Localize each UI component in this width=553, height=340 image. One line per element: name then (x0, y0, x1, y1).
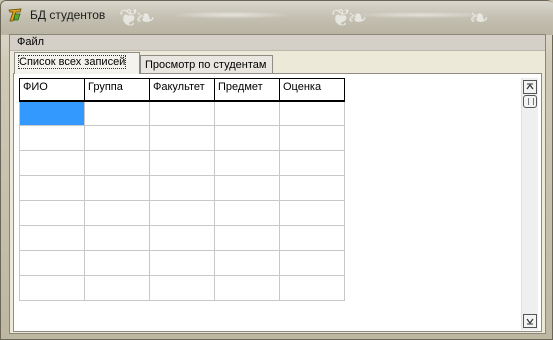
window-title: БД студентов (30, 8, 106, 22)
table-cell[interactable] (19, 200, 85, 226)
table-row[interactable] (19, 250, 345, 276)
table-cell[interactable] (84, 200, 150, 226)
table-row[interactable] (19, 150, 345, 176)
tab-all-records-label: Список всех записей (17, 55, 127, 69)
table-cell[interactable] (19, 150, 85, 176)
table-cell[interactable] (84, 250, 150, 276)
table-cell[interactable] (279, 250, 345, 276)
tab-strip: Список всех записей Просмотр по студента… (10, 52, 545, 74)
table-cell[interactable] (279, 100, 345, 126)
column-header-subject[interactable]: Предмет (214, 78, 280, 102)
table-header-row: ФИО Группа Факультет Предмет Оценка (19, 78, 345, 102)
table-row[interactable] (19, 175, 345, 201)
table-row[interactable] (19, 275, 345, 301)
table-cell[interactable] (19, 175, 85, 201)
column-header-fio[interactable]: ФИО (19, 78, 85, 102)
table-cell[interactable] (149, 150, 215, 176)
column-header-group[interactable]: Группа (84, 78, 150, 102)
column-header-faculty[interactable]: Факультет (149, 78, 215, 102)
table-cell[interactable] (84, 125, 150, 151)
table-row[interactable] (19, 100, 345, 126)
records-grid[interactable]: ФИО Группа Факультет Предмет Оценка (19, 78, 538, 330)
client-area: Файл Список всех записей Просмотр по сту… (9, 34, 546, 334)
table-cell[interactable] (19, 275, 85, 301)
table-cell[interactable] (84, 275, 150, 301)
decorative-swirl: ❦❧ (331, 4, 367, 32)
table-cell[interactable] (279, 225, 345, 251)
table-cell[interactable] (214, 200, 280, 226)
menu-bar: Файл (10, 35, 545, 51)
table-cell[interactable] (84, 150, 150, 176)
table-cell[interactable] (149, 125, 215, 151)
decorative-swirl: ❧ (469, 4, 489, 32)
table-cell[interactable] (279, 200, 345, 226)
table-cell[interactable] (214, 150, 280, 176)
table-cell[interactable] (84, 100, 150, 126)
arrow-up-icon[interactable] (523, 80, 537, 94)
table-cell[interactable] (149, 225, 215, 251)
table-cell[interactable] (149, 275, 215, 301)
app-logo-icon[interactable] (7, 7, 23, 23)
arrow-down-icon[interactable] (523, 314, 537, 328)
table-cell[interactable] (279, 125, 345, 151)
menu-file[interactable]: Файл (17, 36, 44, 48)
table-cell[interactable] (19, 125, 85, 151)
scrollbar-thumb[interactable] (523, 95, 537, 108)
table-cell[interactable] (279, 175, 345, 201)
table-cell-selected[interactable] (19, 100, 85, 126)
table-cell[interactable] (214, 225, 280, 251)
column-header-grade[interactable]: Оценка (279, 78, 345, 102)
table-cell[interactable] (149, 250, 215, 276)
table-cell[interactable] (214, 250, 280, 276)
table-cell[interactable] (279, 275, 345, 301)
table-row[interactable] (19, 200, 345, 226)
table-cell[interactable] (149, 175, 215, 201)
records-table: ФИО Группа Факультет Предмет Оценка (19, 78, 345, 301)
table-row[interactable] (19, 125, 345, 151)
table-cell[interactable] (214, 275, 280, 301)
title-bar[interactable]: ❦❧ ❦❧ ❧ БД студентов (1, 1, 553, 35)
tab-by-student-label: Просмотр по студентам (145, 59, 267, 71)
vertical-scrollbar[interactable] (521, 78, 538, 330)
table-cell[interactable] (149, 100, 215, 126)
tab-all-records[interactable]: Список всех записей (14, 52, 140, 74)
table-cell[interactable] (214, 175, 280, 201)
table-cell[interactable] (214, 125, 280, 151)
table-cell[interactable] (279, 150, 345, 176)
table-cell[interactable] (19, 225, 85, 251)
tab-by-student[interactable]: Просмотр по студентам (140, 55, 273, 74)
app-window: ❦❧ ❦❧ ❧ БД студентов Файл Список всех за… (0, 0, 553, 340)
table-cell[interactable] (214, 100, 280, 126)
decorative-swirl: ❦❧ (119, 4, 155, 32)
table-cell[interactable] (84, 175, 150, 201)
table-cell[interactable] (19, 250, 85, 276)
tab-panel: ФИО Группа Факультет Предмет Оценка (13, 73, 542, 332)
table-row[interactable] (19, 225, 345, 251)
table-cell[interactable] (149, 200, 215, 226)
table-cell[interactable] (84, 225, 150, 251)
